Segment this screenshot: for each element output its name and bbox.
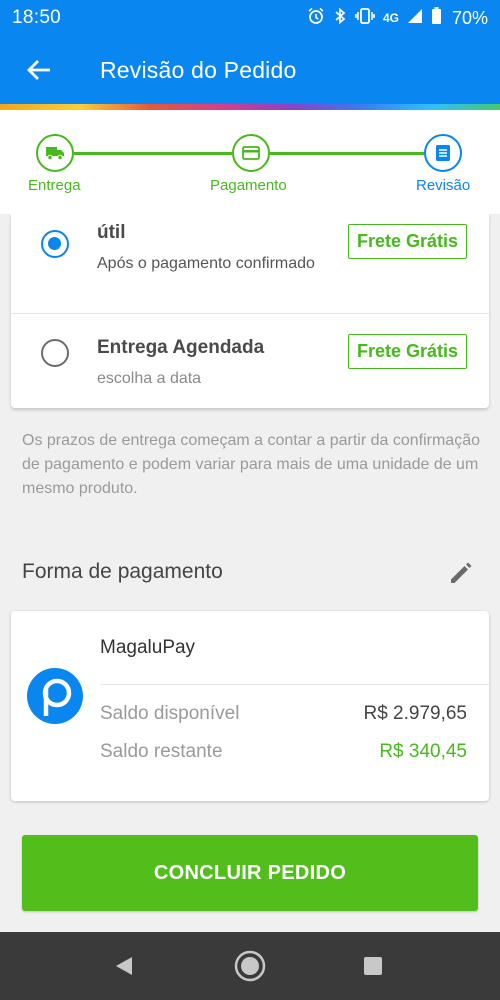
- delivery-option-subtitle: Após o pagamento confirmado: [97, 255, 315, 272]
- step-connector: [74, 152, 232, 155]
- back-button[interactable]: [22, 53, 56, 87]
- balance-remaining-label: Saldo restante: [100, 741, 223, 762]
- nav-back-button[interactable]: [106, 948, 142, 984]
- free-shipping-badge: Frete Grátis: [347, 334, 467, 369]
- step-connector: [270, 152, 424, 155]
- delivery-option-subtitle: escolha a data: [97, 370, 202, 387]
- truck-icon: [46, 147, 64, 161]
- network-type: 4G: [382, 11, 399, 25]
- vibrate-icon: [355, 7, 375, 29]
- payment-section-title: Forma de pagamento: [22, 560, 223, 583]
- delivery-option-agendada[interactable]: Entrega Agendada escolha a data Frete Gr…: [11, 314, 489, 408]
- balance-available-row: Saldo disponível R$ 2.979,65: [100, 703, 467, 725]
- app-bar: Revisão do Pedido: [0, 36, 500, 104]
- step-pagamento[interactable]: [232, 134, 270, 172]
- circle-home-icon: [234, 950, 266, 982]
- delivery-option-util[interactable]: útil Após o pagamento confirmado Frete G…: [11, 214, 489, 314]
- nav-home-button[interactable]: [232, 948, 268, 984]
- step-label-pagamento: Pagamento: [210, 177, 287, 194]
- battery-icon: [431, 7, 442, 29]
- balance-remaining-value: R$ 340,45: [379, 741, 467, 762]
- checkout-stepper: Entrega Pagamento Revisão: [0, 110, 500, 214]
- balance-available-value: R$ 2.979,65: [363, 703, 467, 724]
- page-title: Revisão do Pedido: [100, 56, 297, 83]
- signal-icon: [407, 8, 423, 28]
- delivery-note: Os prazos de entrega começam a contar a …: [22, 432, 480, 497]
- payment-method-name: MagaluPay: [100, 637, 196, 658]
- magalupay-logo-icon: [27, 668, 83, 724]
- status-icons: 4G 70%: [307, 7, 488, 29]
- status-time: 18:50: [12, 7, 62, 28]
- free-shipping-badge: Frete Grátis: [347, 224, 467, 259]
- delivery-option-title: útil: [97, 222, 126, 243]
- step-revisao[interactable]: [424, 134, 462, 172]
- step-entrega[interactable]: [36, 134, 74, 172]
- delivery-options-card: útil Após o pagamento confirmado Frete G…: [11, 214, 489, 408]
- pencil-icon: [451, 562, 472, 583]
- status-bar: 18:50 4G 70%: [0, 0, 500, 36]
- system-nav-bar: [0, 932, 500, 1000]
- balance-available-label: Saldo disponível: [100, 703, 240, 724]
- balance-remaining-row: Saldo restante R$ 340,45: [100, 741, 467, 763]
- radio-selected[interactable]: [41, 230, 69, 258]
- payment-method-card[interactable]: MagaluPay Saldo disponível R$ 2.979,65 S…: [11, 611, 489, 801]
- square-recents-icon: [364, 957, 382, 975]
- edit-payment-button[interactable]: [444, 556, 478, 590]
- alarm-icon: [307, 7, 325, 29]
- arrow-left-icon: [27, 60, 50, 80]
- nav-recents-button[interactable]: [355, 948, 391, 984]
- card-icon: [242, 146, 260, 160]
- bluetooth-icon: [333, 7, 347, 29]
- list-icon: [436, 145, 450, 161]
- triangle-back-icon: [116, 957, 132, 975]
- delivery-option-title: Entrega Agendada: [97, 337, 265, 358]
- divider: [100, 684, 489, 685]
- confirm-order-button[interactable]: CONCLUIR PEDIDO: [22, 835, 478, 911]
- step-label-entrega: Entrega: [28, 177, 81, 194]
- radio-unselected[interactable]: [41, 339, 69, 367]
- step-label-revisao: Revisão: [416, 177, 471, 194]
- battery-percent: 70%: [451, 7, 488, 28]
